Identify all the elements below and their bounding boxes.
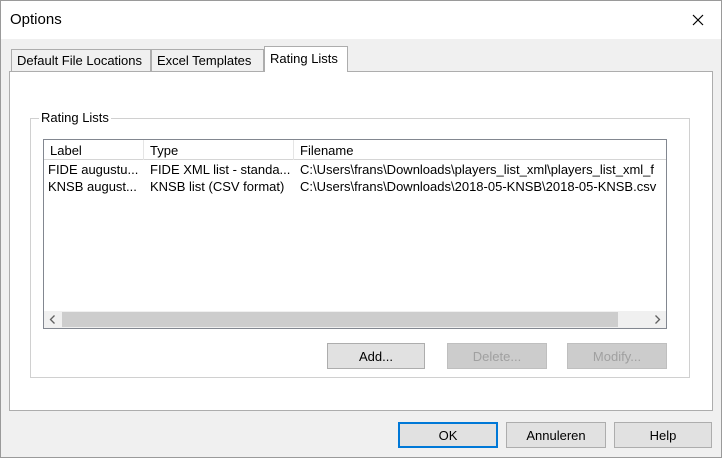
add-button[interactable]: Add...: [327, 343, 425, 369]
column-header-type[interactable]: Type: [144, 140, 294, 160]
tab-default-file-locations[interactable]: Default File Locations: [11, 49, 151, 71]
table-row[interactable]: KNSB august... KNSB list (CSV format) C:…: [44, 178, 666, 195]
help-button[interactable]: Help: [614, 422, 712, 448]
options-dialog: Options Default File Locations Excel Tem…: [0, 0, 722, 458]
close-button[interactable]: [675, 1, 721, 39]
rating-lists-panel: Rating Lists Label Type Filename FIDE au…: [9, 71, 713, 411]
ok-button[interactable]: OK: [398, 422, 498, 448]
scroll-right-button[interactable]: [649, 311, 666, 328]
table-header: Label Type Filename: [44, 140, 666, 160]
scroll-left-button[interactable]: [44, 311, 61, 328]
chevron-left-icon: [49, 315, 55, 324]
title-bar: Options: [1, 1, 721, 39]
cell-label: FIDE augustu...: [48, 162, 139, 177]
close-icon: [692, 14, 704, 26]
column-header-label[interactable]: Label: [44, 140, 144, 160]
group-title: Rating Lists: [39, 110, 111, 125]
horizontal-scrollbar[interactable]: [44, 311, 666, 328]
tab-label: Default File Locations: [17, 53, 143, 68]
window-title: Options: [10, 11, 62, 28]
tab-rating-lists[interactable]: Rating Lists: [264, 46, 348, 72]
cell-filename: C:\Users\frans\Downloads\2018-05-KNSB\20…: [300, 179, 657, 194]
cancel-button[interactable]: Annuleren: [506, 422, 606, 448]
column-header-filename[interactable]: Filename: [294, 140, 666, 160]
cell-type: FIDE XML list - standa...: [150, 162, 291, 177]
scrollbar-thumb[interactable]: [62, 312, 618, 327]
cell-label: KNSB august...: [48, 179, 137, 194]
tab-label: Excel Templates: [157, 53, 252, 68]
rating-lists-table[interactable]: Label Type Filename FIDE augustu... FIDE…: [43, 139, 667, 329]
table-row[interactable]: FIDE augustu... FIDE XML list - standa..…: [44, 161, 666, 178]
tab-label: Rating Lists: [270, 51, 338, 66]
tab-excel-templates[interactable]: Excel Templates: [151, 49, 264, 71]
cell-type: KNSB list (CSV format): [150, 179, 285, 194]
modify-button[interactable]: Modify...: [567, 343, 667, 369]
rating-lists-group: Rating Lists Label Type Filename FIDE au…: [30, 111, 690, 378]
delete-button[interactable]: Delete...: [447, 343, 547, 369]
cell-filename: C:\Users\frans\Downloads\players_list_xm…: [300, 162, 655, 177]
chevron-right-icon: [655, 315, 661, 324]
